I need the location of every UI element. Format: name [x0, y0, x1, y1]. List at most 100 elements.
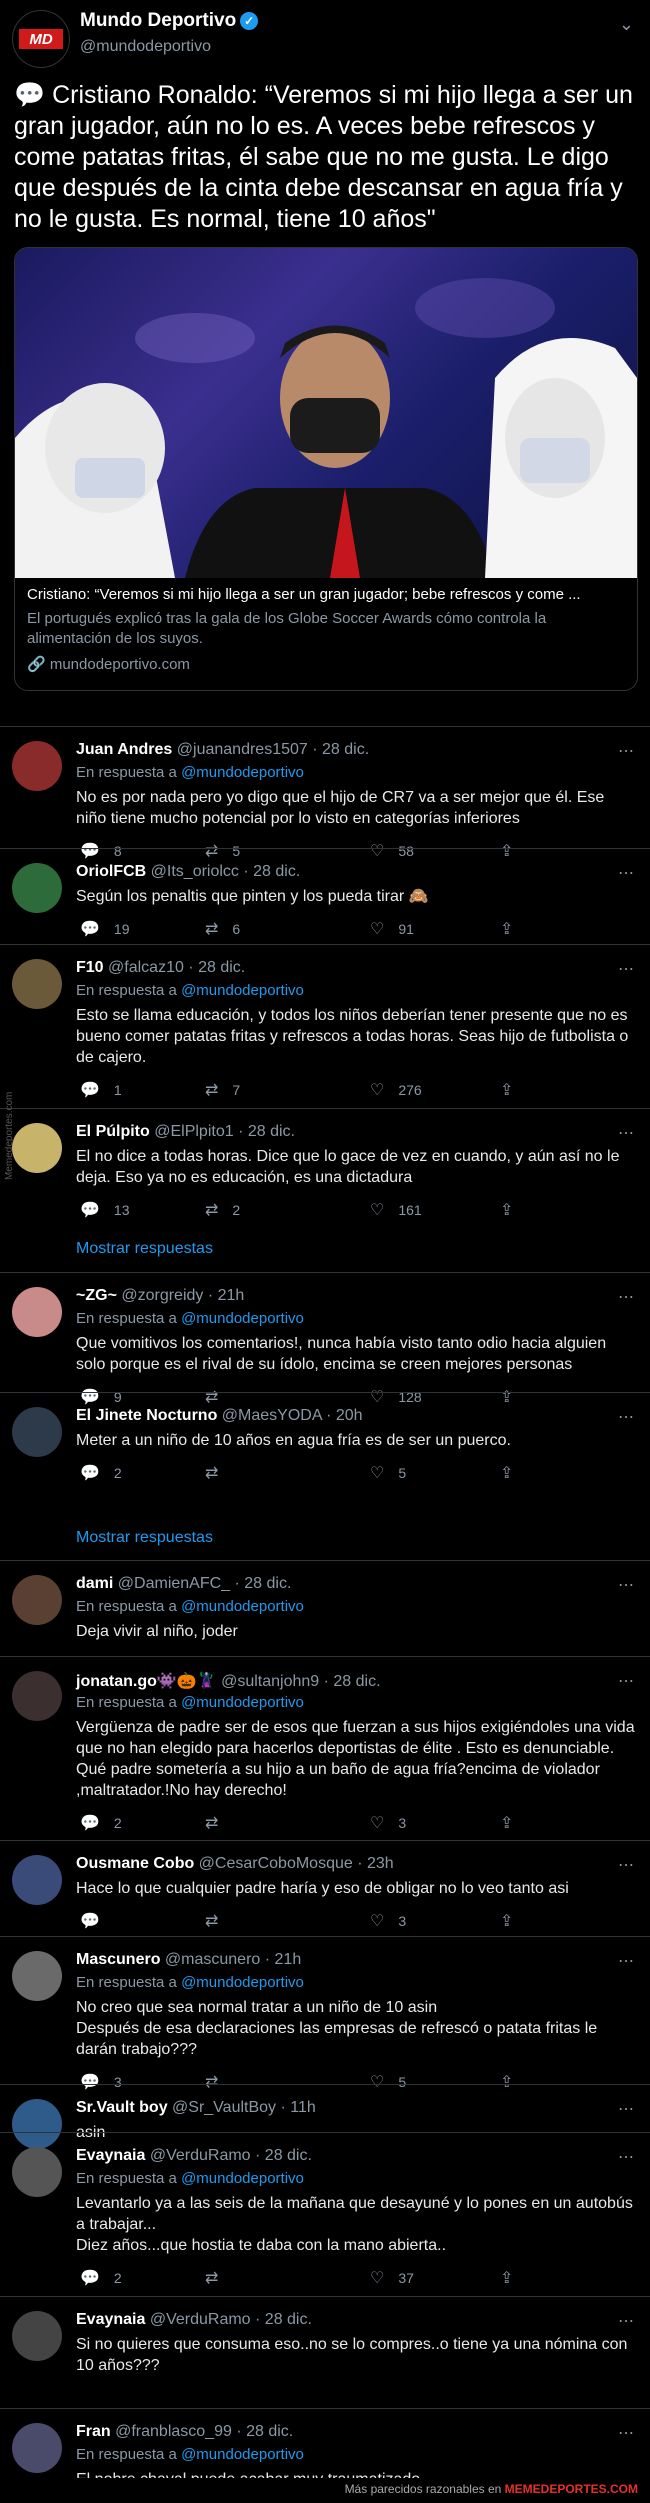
reply-author-name[interactable]: dami	[76, 1575, 113, 1592]
avatar[interactable]	[12, 1671, 62, 1721]
share-button[interactable]: ⇪	[500, 1463, 527, 1483]
reply-tweet[interactable]: Sr.Vault boy @Sr_VaultBoy · 11h ⋯ asin	[0, 2084, 650, 2149]
like-button[interactable]: ♡ 276	[370, 1080, 422, 1100]
reply-button[interactable]: 💬 2	[80, 2268, 122, 2288]
reply-tweet[interactable]: ~ZG~ @zorgreidy · 21h ⋯ En respuesta a @mu…	[0, 1272, 650, 1406]
in-reply-link[interactable]: @mundodeportivo	[181, 2170, 304, 2187]
more-options-icon[interactable]: ⋯	[618, 1951, 634, 1971]
avatar[interactable]	[12, 2423, 62, 2473]
retweet-button[interactable]: ⇄	[205, 1911, 232, 1931]
like-button[interactable]: ♡ 37	[370, 2268, 414, 2288]
retweet-button[interactable]: ⇄	[205, 1463, 232, 1483]
like-button[interactable]: ♡ 3	[370, 1911, 406, 1931]
more-options-icon[interactable]: ⌄	[619, 14, 634, 35]
reply-tweet[interactable]: Juan Andres @juanandres1507 · 28 dic. ⋯ En…	[0, 726, 650, 860]
more-options-icon[interactable]: ⋯	[618, 741, 634, 761]
reply-button[interactable]: 💬	[80, 1911, 114, 1931]
avatar[interactable]	[12, 1407, 62, 1457]
reply-author-name[interactable]: Mascunero	[76, 1951, 160, 1968]
in-reply-link[interactable]: @mundodeportivo	[181, 1694, 304, 1711]
reply-author-name[interactable]: jonatan.go👾🎃🦹	[76, 1673, 217, 1690]
reply-author-name[interactable]: OriolFCB	[76, 863, 146, 880]
avatar[interactable]	[12, 1951, 62, 2001]
more-options-icon[interactable]: ⋯	[618, 2099, 634, 2119]
like-button[interactable]: ♡ 91	[370, 919, 414, 939]
avatar[interactable]	[12, 1855, 62, 1905]
reply-author-name[interactable]: Evaynaia	[76, 2147, 145, 2164]
retweet-button[interactable]: ⇄ 7	[205, 1080, 240, 1100]
reply-tweet[interactable]: Evaynaia @VerduRamo · 28 dic. ⋯ Si no quie…	[0, 2296, 650, 2409]
account-handle[interactable]: @mundodeportivo	[80, 38, 211, 56]
share-button[interactable]: ⇪	[500, 2268, 527, 2288]
reply-tweet[interactable]: jonatan.go👾🎃🦹 @sultanjohn9 · 28 dic. ⋯ En …	[0, 1656, 650, 1841]
reply-button[interactable]: 💬 1	[80, 1080, 122, 1100]
like-button[interactable]: ♡ 161	[370, 1200, 422, 1220]
show-replies-link[interactable]: Mostrar respuestas	[76, 1529, 213, 1547]
more-options-icon[interactable]: ⋯	[618, 1407, 634, 1427]
avatar[interactable]	[12, 1575, 62, 1625]
share-button[interactable]: ⇪	[500, 919, 527, 939]
reply-author-name[interactable]: El Jinete Nocturno	[76, 1407, 217, 1424]
link-card[interactable]: Cristiano: “Veremos si mi hijo llega a s…	[14, 247, 638, 691]
reply-author-name[interactable]: Ousmane Cobo	[76, 1855, 194, 1872]
in-reply-link[interactable]: @mundodeportivo	[181, 2446, 304, 2463]
avatar[interactable]	[12, 2147, 62, 2197]
card-link[interactable]: 🔗 mundodeportivo.com	[27, 655, 190, 673]
more-options-icon[interactable]: ⋯	[618, 959, 634, 979]
in-reply-link[interactable]: @mundodeportivo	[181, 1974, 304, 1991]
avatar[interactable]	[12, 1287, 62, 1337]
reply-author-name[interactable]: F10	[76, 959, 104, 976]
reply-tweet[interactable]: El Púlpito @ElPlpito1 · 28 dic. ⋯ El no di…	[0, 1108, 650, 1219]
avatar[interactable]	[12, 863, 62, 913]
reply-tweet[interactable]: Fran @franblasco_99 · 28 dic. ⋯ En respues…	[0, 2408, 650, 2488]
more-options-icon[interactable]: ⋯	[618, 1123, 634, 1143]
in-reply-link[interactable]: @mundodeportivo	[181, 982, 304, 999]
more-options-icon[interactable]: ⋯	[618, 863, 634, 883]
more-options-icon[interactable]: ⋯	[618, 2311, 634, 2331]
reply-tweet[interactable]: OriolFCB @Its_oriolcc · 28 dic. ⋯ Según lo…	[0, 848, 650, 945]
retweet-button[interactable]: ⇄	[205, 1813, 232, 1833]
more-options-icon[interactable]: ⋯	[618, 1287, 634, 1307]
reply-button[interactable]: 💬 13	[80, 1200, 130, 1220]
account-avatar[interactable]: MD	[12, 10, 70, 68]
reply-author-name[interactable]: Juan Andres	[76, 741, 172, 758]
avatar[interactable]	[12, 2311, 62, 2361]
avatar[interactable]	[12, 741, 62, 791]
share-button[interactable]: ⇪	[500, 1200, 527, 1220]
reply-author-name[interactable]: Fran	[76, 2423, 111, 2440]
share-button[interactable]: ⇪	[500, 1813, 527, 1833]
account-name[interactable]: Mundo Deportivo ✓	[80, 10, 259, 32]
avatar[interactable]	[12, 1123, 62, 1173]
reply-tweet[interactable]: Ousmane Cobo @CesarCoboMosque · 23h ⋯ Hace…	[0, 1840, 650, 1937]
reply-author-name[interactable]: El Púlpito	[76, 1123, 150, 1140]
reply-tweet[interactable]: F10 @falcaz10 · 28 dic. ⋯ En respuesta a @…	[0, 944, 650, 1109]
reply-author-name[interactable]: Sr.Vault boy	[76, 2099, 168, 2116]
reply-button[interactable]: 💬 2	[80, 1463, 122, 1483]
in-reply-link[interactable]: @mundodeportivo	[181, 1598, 304, 1615]
retweet-button[interactable]: ⇄ 6	[205, 919, 240, 939]
retweet-button[interactable]: ⇄ 2	[205, 1200, 240, 1220]
more-options-icon[interactable]: ⋯	[618, 1671, 634, 1691]
more-options-icon[interactable]: ⋯	[618, 1575, 634, 1595]
share-button[interactable]: ⇪	[500, 1080, 527, 1100]
retweet-button[interactable]: ⇄	[205, 2268, 232, 2288]
reply-author-name[interactable]: Evaynaia	[76, 2311, 145, 2328]
in-reply-link[interactable]: @mundodeportivo	[181, 764, 304, 781]
avatar[interactable]	[12, 959, 62, 1009]
reply-button[interactable]: 💬 2	[80, 1813, 122, 1833]
like-button[interactable]: ♡ 5	[370, 1463, 406, 1483]
reply-tweet[interactable]: Mascunero @mascunero · 21h ⋯ En respuesta …	[0, 1936, 650, 2091]
share-button[interactable]: ⇪	[500, 1911, 527, 1931]
reply-tweet[interactable]: Evaynaia @VerduRamo · 28 dic. ⋯ En respues…	[0, 2132, 650, 2297]
reply-button[interactable]: 💬 19	[80, 919, 130, 939]
footer-brand[interactable]: MEMEDEPORTES.COM	[505, 2482, 638, 2496]
show-replies-link[interactable]: Mostrar respuestas	[76, 1240, 213, 1258]
like-button[interactable]: ♡ 3	[370, 1813, 406, 1833]
reply-tweet[interactable]: dami @DamienAFC_ · 28 dic. ⋯ En respuesta …	[0, 1560, 650, 1671]
in-reply-link[interactable]: @mundodeportivo	[181, 1310, 304, 1327]
reply-author-name[interactable]: ~ZG~	[76, 1287, 117, 1304]
more-options-icon[interactable]: ⋯	[618, 1855, 634, 1875]
reply-tweet[interactable]: El Jinete Nocturno @MaesYODA · 20h ⋯ Meter…	[0, 1392, 650, 1482]
main-tweet[interactable]: MD Mundo Deportivo ✓ @mundodeportivo ⌄ 💬 …	[0, 0, 650, 724]
more-options-icon[interactable]: ⋯	[618, 2423, 634, 2443]
